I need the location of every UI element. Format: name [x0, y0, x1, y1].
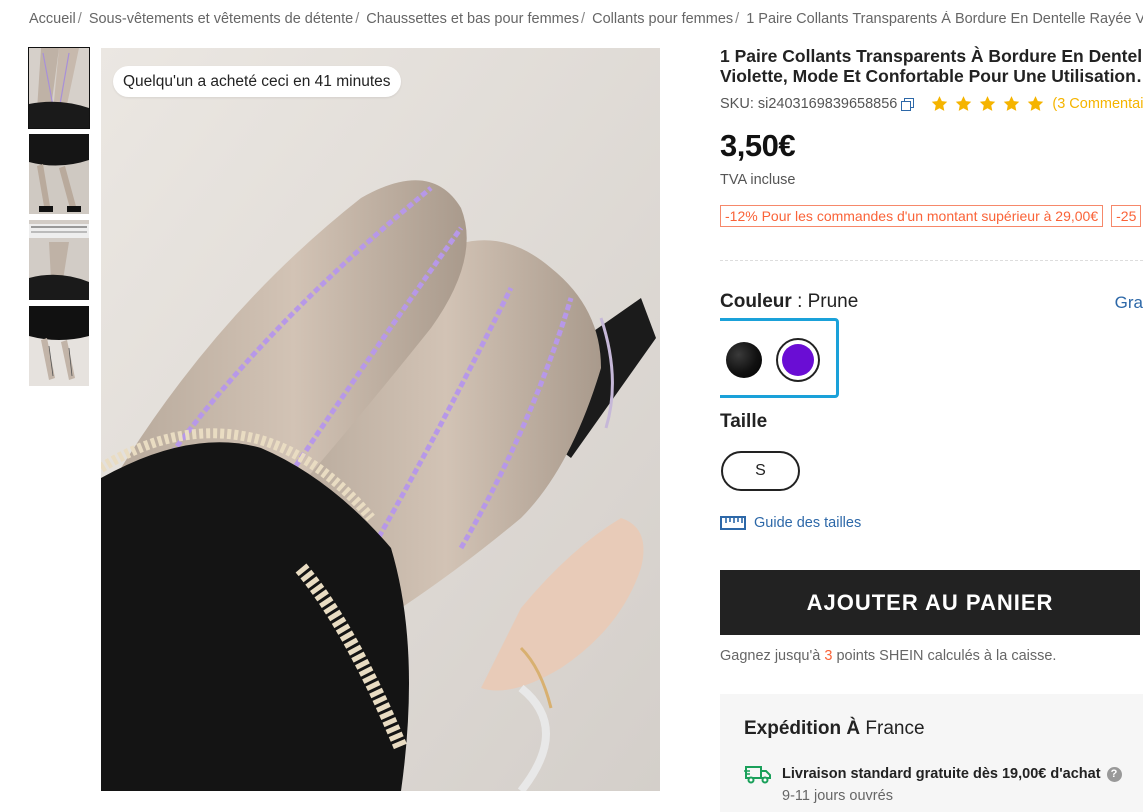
breadcrumb-item-tights[interactable]: Collants pour femmes	[592, 11, 733, 27]
product-price: 3,50€	[720, 128, 796, 163]
color-swatch-prune-selected[interactable]	[776, 338, 820, 382]
sku-rating-row: SKU: si2403169839658856 (3 Commentaire	[720, 95, 1143, 113]
breadcrumb-item-underwear[interactable]: Sous-vêtements et vêtements de détente	[89, 11, 353, 27]
color-swatch-prune[interactable]	[782, 344, 814, 376]
promo-badge[interactable]: -25	[1111, 205, 1142, 227]
shipping-days: 9-11 jours ouvrés	[782, 788, 893, 804]
size-guide-label[interactable]: Guide des tailles	[754, 515, 861, 531]
color-selected-value: : Prune	[797, 291, 859, 312]
add-to-cart-button[interactable]: AJOUTER AU PANIER	[720, 570, 1140, 635]
star-icon	[932, 96, 948, 111]
divider	[720, 260, 1143, 261]
recent-purchase-toast: Quelqu'un a acheté ceci en 41 minutes	[113, 66, 401, 97]
help-icon[interactable]: ?	[1106, 766, 1122, 782]
color-label-title: Couleur	[720, 291, 792, 312]
size-guide-link[interactable]: Guide des tailles	[720, 515, 861, 531]
product-title: 1 Paire Collants Transparents À Bordure …	[720, 46, 1143, 86]
points-prefix: Gagnez jusqu'à	[720, 648, 825, 664]
breadcrumb-item-socks[interactable]: Chaussettes et bas pour femmes	[366, 11, 579, 27]
shipping-title[interactable]: Expédition À France	[744, 718, 925, 740]
truck-icon	[744, 766, 771, 784]
product-title-line-1: 1 Paire Collants Transparents À Bordure …	[720, 46, 1143, 66]
size-label: Taille	[720, 411, 768, 432]
star-icon	[980, 96, 996, 111]
size-guide-link-top[interactable]: Gra	[1115, 293, 1143, 313]
breadcrumb: Accueil / Sous-vêtements et vêtements de …	[29, 11, 1143, 31]
reviews-link[interactable]: (3 Commentaire	[1052, 96, 1143, 112]
color-label: Couleur : Prune	[720, 291, 858, 313]
breadcrumb-item-current: 1 Paire Collants Transparents À Bordure …	[746, 11, 1143, 27]
points-info: Gagnez jusqu'à 3 points SHEIN calculés à…	[720, 648, 1056, 664]
color-swatch-group	[720, 318, 839, 398]
star-icon	[1004, 96, 1020, 111]
ruler-icon	[720, 516, 746, 530]
product-title-line-2: Violette, Mode Et Confortable Pour Une U…	[720, 66, 1143, 86]
size-option-s[interactable]: S	[721, 451, 800, 491]
breadcrumb-item-home[interactable]: Accueil	[29, 11, 76, 27]
color-swatch-black[interactable]	[726, 342, 762, 378]
points-suffix: points SHEIN calculés à la caisse.	[832, 648, 1057, 664]
promo-list: -12% Pour les commandes d'un montant sup…	[720, 205, 1143, 227]
rating-stars[interactable]	[930, 95, 1050, 113]
thumbnail-list	[28, 47, 90, 392]
breadcrumb-separator: /	[735, 11, 740, 27]
standard-shipping-text: Livraison standard gratuite dès 19,00€ d…	[782, 766, 1101, 782]
breadcrumb-separator: /	[355, 11, 360, 27]
shipping-country: France	[860, 718, 925, 739]
vat-note: TVA incluse	[720, 172, 796, 188]
thumbnail-2[interactable]	[29, 134, 89, 214]
thumbnail-3[interactable]	[29, 220, 89, 300]
shipping-title-bold: Expédition À	[744, 718, 861, 739]
star-icon	[956, 96, 972, 111]
product-info-panel: 1 Paire Collants Transparents À Bordure …	[720, 46, 1143, 812]
thumbnail-1[interactable]	[28, 47, 90, 129]
standard-shipping-line: Livraison standard gratuite dès 19,00€ d…	[782, 766, 1122, 782]
breadcrumb-separator: /	[77, 11, 82, 27]
shipping-box: Expédition À France Livraison standard g…	[720, 694, 1143, 812]
sku-text: SKU: si2403169839658856	[720, 96, 898, 112]
promo-badge[interactable]: -12% Pour les commandes d'un montant sup…	[720, 205, 1104, 227]
main-product-image[interactable]: Quelqu'un a acheté ceci en 41 minutes	[101, 48, 660, 791]
copy-icon[interactable]	[901, 97, 915, 111]
star-icon	[1028, 96, 1044, 111]
breadcrumb-separator: /	[581, 11, 586, 27]
thumbnail-4[interactable]	[29, 306, 89, 386]
